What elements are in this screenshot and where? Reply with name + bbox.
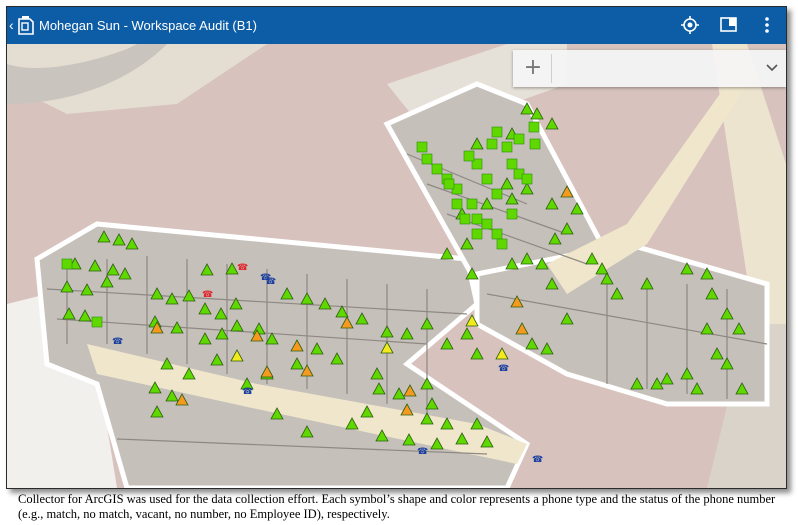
add-feature-button[interactable]: + bbox=[521, 57, 545, 81]
phone-handset-marker[interactable]: ☎ bbox=[112, 337, 123, 347]
phone-desk-marker[interactable] bbox=[416, 141, 428, 153]
phone-desk-marker[interactable] bbox=[443, 178, 455, 190]
app-bar: ‹ Mohegan Sun - Workspace Audit (B1) bbox=[7, 7, 786, 44]
map-layers-icon[interactable] bbox=[719, 15, 739, 35]
phone-desk-marker[interactable] bbox=[491, 228, 503, 240]
phone-handset-marker[interactable]: ☎ bbox=[498, 364, 509, 374]
phone-desk-marker[interactable] bbox=[61, 258, 73, 270]
phone-desk-marker[interactable] bbox=[496, 238, 508, 250]
phone-desk-marker[interactable] bbox=[501, 141, 513, 153]
phone-desk-marker[interactable] bbox=[466, 198, 478, 210]
phone-desk-marker[interactable] bbox=[471, 213, 483, 225]
feature-search-bar: + bbox=[513, 50, 786, 87]
phone-desk-marker[interactable] bbox=[459, 213, 471, 225]
search-divider bbox=[551, 54, 552, 83]
phone-desk-marker[interactable] bbox=[513, 133, 525, 145]
phone-desk-marker[interactable] bbox=[521, 173, 533, 185]
phone-desk-marker[interactable] bbox=[486, 138, 498, 150]
figure-caption: Collector for ArcGIS was used for the da… bbox=[18, 492, 776, 521]
phone-desk-marker[interactable] bbox=[451, 198, 463, 210]
app-window: ‹ Mohegan Sun - Workspace Audit (B1) ☎ ☎… bbox=[6, 6, 787, 489]
phone-desk-marker[interactable] bbox=[529, 138, 541, 150]
phone-desk-marker[interactable] bbox=[491, 126, 503, 138]
app-title: Mohegan Sun - Workspace Audit (B1) bbox=[39, 18, 257, 33]
phone-desk-marker[interactable] bbox=[431, 163, 443, 175]
chevron-down-icon[interactable] bbox=[764, 60, 780, 76]
phone-desk-marker[interactable] bbox=[491, 188, 503, 200]
collector-app-icon[interactable] bbox=[17, 15, 35, 35]
phone-no-number-marker[interactable]: ☎ bbox=[202, 290, 213, 300]
phone-no-number-marker[interactable]: ☎ bbox=[237, 263, 248, 273]
phone-desk-marker[interactable] bbox=[421, 153, 433, 165]
phone-handset-marker[interactable]: ☎ bbox=[242, 387, 253, 397]
phone-desk-marker[interactable] bbox=[481, 173, 493, 185]
phone-desk-marker[interactable] bbox=[471, 228, 483, 240]
phone-desk-marker[interactable] bbox=[528, 121, 540, 133]
phone-desk-marker[interactable] bbox=[91, 316, 103, 328]
phone-desk-marker[interactable] bbox=[481, 218, 493, 230]
overflow-menu-icon[interactable] bbox=[757, 15, 777, 35]
phone-desk-marker[interactable] bbox=[463, 150, 475, 162]
phone-desk-marker[interactable] bbox=[506, 208, 518, 220]
gps-location-icon[interactable] bbox=[680, 15, 700, 35]
back-chevron-icon[interactable]: ‹ bbox=[9, 16, 14, 34]
phone-handset-marker[interactable]: ☎ bbox=[532, 455, 543, 465]
floor-plan-map[interactable]: ☎☎☎☎☎☎☎☎☎ bbox=[7, 44, 786, 488]
phone-handset-marker[interactable]: ☎ bbox=[417, 447, 428, 457]
phone-desk-marker[interactable] bbox=[506, 158, 518, 170]
phone-handset-marker[interactable]: ☎ bbox=[265, 277, 276, 287]
